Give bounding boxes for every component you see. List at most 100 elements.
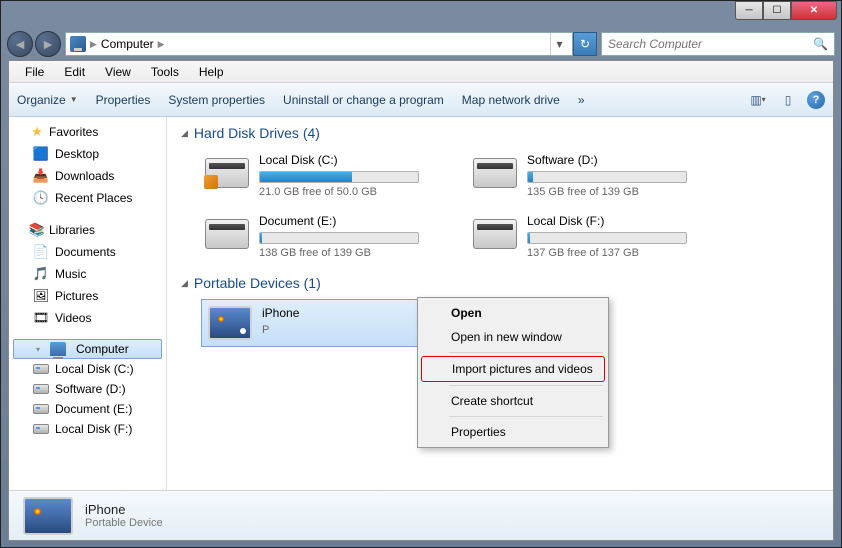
disk-icon	[33, 424, 49, 434]
sidebar-recent[interactable]: 🕓Recent Places	[9, 187, 166, 209]
music-icon: 🎵	[33, 266, 49, 282]
uninstall-button[interactable]: Uninstall or change a program	[283, 93, 444, 107]
hdd-section-header[interactable]: ◢Hard Disk Drives (4)	[181, 125, 819, 141]
menu-help[interactable]: Help	[189, 63, 234, 81]
caret-open-icon: ▾	[36, 345, 46, 354]
help-icon[interactable]: ?	[807, 91, 825, 109]
recent-icon: 🕓	[33, 190, 49, 206]
organize-button[interactable]: Organize▼	[17, 93, 78, 107]
libraries-icon: 📚	[29, 222, 45, 238]
drive-name: Local Disk (F:)	[527, 214, 725, 228]
cm-properties[interactable]: Properties	[421, 420, 605, 444]
map-drive-button[interactable]: Map network drive	[462, 93, 560, 107]
sidebar-music[interactable]: 🎵Music	[9, 263, 166, 285]
refresh-button[interactable]: ↻	[573, 32, 597, 56]
star-icon: ★	[29, 124, 45, 140]
menu-edit[interactable]: Edit	[54, 63, 95, 81]
search-icon: 🔍	[813, 37, 828, 51]
capacity-bar	[259, 232, 419, 244]
drive-freespace: 21.0 GB free of 50.0 GB	[259, 186, 457, 198]
cm-create-shortcut[interactable]: Create shortcut	[421, 389, 605, 413]
capacity-bar	[259, 171, 419, 183]
properties-button[interactable]: Properties	[96, 93, 151, 107]
drive-freespace: 137 GB free of 137 GB	[527, 247, 725, 259]
device-name: iPhone	[262, 306, 299, 320]
desktop-icon: 🟦	[33, 146, 49, 162]
menu-bar: File Edit View Tools Help	[9, 61, 833, 83]
disk-icon	[33, 384, 49, 394]
drive-e[interactable]: Document (E:) 138 GB free of 139 GB	[201, 210, 461, 263]
address-dropdown[interactable]: ▾	[550, 33, 568, 55]
drive-c[interactable]: Local Disk (C:) 21.0 GB free of 50.0 GB	[201, 149, 461, 202]
close-button[interactable]: ✕	[791, 1, 837, 20]
videos-icon: 🎞	[33, 310, 49, 326]
separator	[449, 352, 603, 353]
menu-tools[interactable]: Tools	[141, 63, 189, 81]
back-button[interactable]: ◄	[7, 31, 33, 57]
device-type: P	[262, 324, 299, 336]
drive-icon	[205, 158, 249, 188]
capacity-bar	[527, 232, 687, 244]
sidebar-disk-c[interactable]: Local Disk (C:)	[9, 359, 166, 379]
details-type: Portable Device	[85, 517, 163, 529]
portable-section-header[interactable]: ◢Portable Devices (1)	[181, 275, 819, 291]
sidebar-disk-e[interactable]: Document (E:)	[9, 399, 166, 419]
documents-icon: 📄	[33, 244, 49, 260]
search-input[interactable]	[608, 37, 809, 51]
downloads-icon: 📥	[33, 168, 49, 184]
menu-file[interactable]: File	[15, 63, 54, 81]
computer-icon	[70, 36, 86, 52]
portable-device-icon	[208, 306, 252, 340]
nav-bar: ◄ ► ▶ Computer ▶ ▾ ↻ 🔍	[1, 28, 841, 60]
drive-f[interactable]: Local Disk (F:) 137 GB free of 137 GB	[469, 210, 729, 263]
titlebar: ─ ☐ ✕	[1, 1, 841, 28]
separator	[449, 416, 603, 417]
drive-name: Software (D:)	[527, 153, 725, 167]
command-bar: Organize▼ Properties System properties U…	[9, 83, 833, 117]
forward-button[interactable]: ►	[35, 31, 61, 57]
pictures-icon: 🖼	[33, 288, 49, 304]
drive-icon	[473, 219, 517, 249]
drive-freespace: 135 GB free of 139 GB	[527, 186, 725, 198]
drive-freespace: 138 GB free of 139 GB	[259, 247, 457, 259]
drive-name: Local Disk (C:)	[259, 153, 457, 167]
drive-icon	[205, 219, 249, 249]
context-menu: Open Open in new window Import pictures …	[417, 297, 609, 448]
address-bar[interactable]: ▶ Computer ▶ ▾	[65, 32, 573, 56]
cm-open-new-window[interactable]: Open in new window	[421, 325, 605, 349]
drive-d[interactable]: Software (D:) 135 GB free of 139 GB	[469, 149, 729, 202]
disk-icon	[33, 364, 49, 374]
search-box[interactable]: 🔍	[601, 32, 835, 56]
disk-icon	[33, 404, 49, 414]
cm-open[interactable]: Open	[421, 301, 605, 325]
computer-header[interactable]: ▾Computer	[13, 339, 162, 359]
minimize-button[interactable]: ─	[735, 1, 763, 20]
system-properties-button[interactable]: System properties	[168, 93, 265, 107]
sidebar-disk-f[interactable]: Local Disk (F:)	[9, 419, 166, 439]
preview-pane-button[interactable]: ▯	[777, 90, 799, 110]
drive-icon	[473, 158, 517, 188]
breadcrumb-item[interactable]: Computer	[101, 37, 154, 51]
drive-name: Document (E:)	[259, 214, 457, 228]
portable-device-icon	[23, 497, 73, 535]
sidebar-disk-d[interactable]: Software (D:)	[9, 379, 166, 399]
favorites-header[interactable]: ★Favorites	[9, 121, 166, 143]
libraries-header[interactable]: 📚Libraries	[9, 219, 166, 241]
view-options-button[interactable]: ▥▾	[747, 90, 769, 110]
computer-icon	[50, 342, 66, 356]
sidebar-pictures[interactable]: 🖼Pictures	[9, 285, 166, 307]
details-name: iPhone	[85, 502, 163, 517]
menu-view[interactable]: View	[95, 63, 141, 81]
cm-import-pictures[interactable]: Import pictures and videos	[421, 356, 605, 382]
maximize-button[interactable]: ☐	[763, 1, 791, 20]
separator	[449, 385, 603, 386]
sidebar-videos[interactable]: 🎞Videos	[9, 307, 166, 329]
navigation-pane: ★Favorites 🟦Desktop 📥Downloads 🕓Recent P…	[9, 117, 167, 490]
sidebar-downloads[interactable]: 📥Downloads	[9, 165, 166, 187]
caret-down-icon: ◢	[181, 278, 188, 289]
capacity-bar	[527, 171, 687, 183]
explorer-window: ─ ☐ ✕ ◄ ► ▶ Computer ▶ ▾ ↻ 🔍 Fil	[0, 0, 842, 548]
sidebar-desktop[interactable]: 🟦Desktop	[9, 143, 166, 165]
sidebar-documents[interactable]: 📄Documents	[9, 241, 166, 263]
more-button[interactable]: »	[578, 93, 585, 107]
